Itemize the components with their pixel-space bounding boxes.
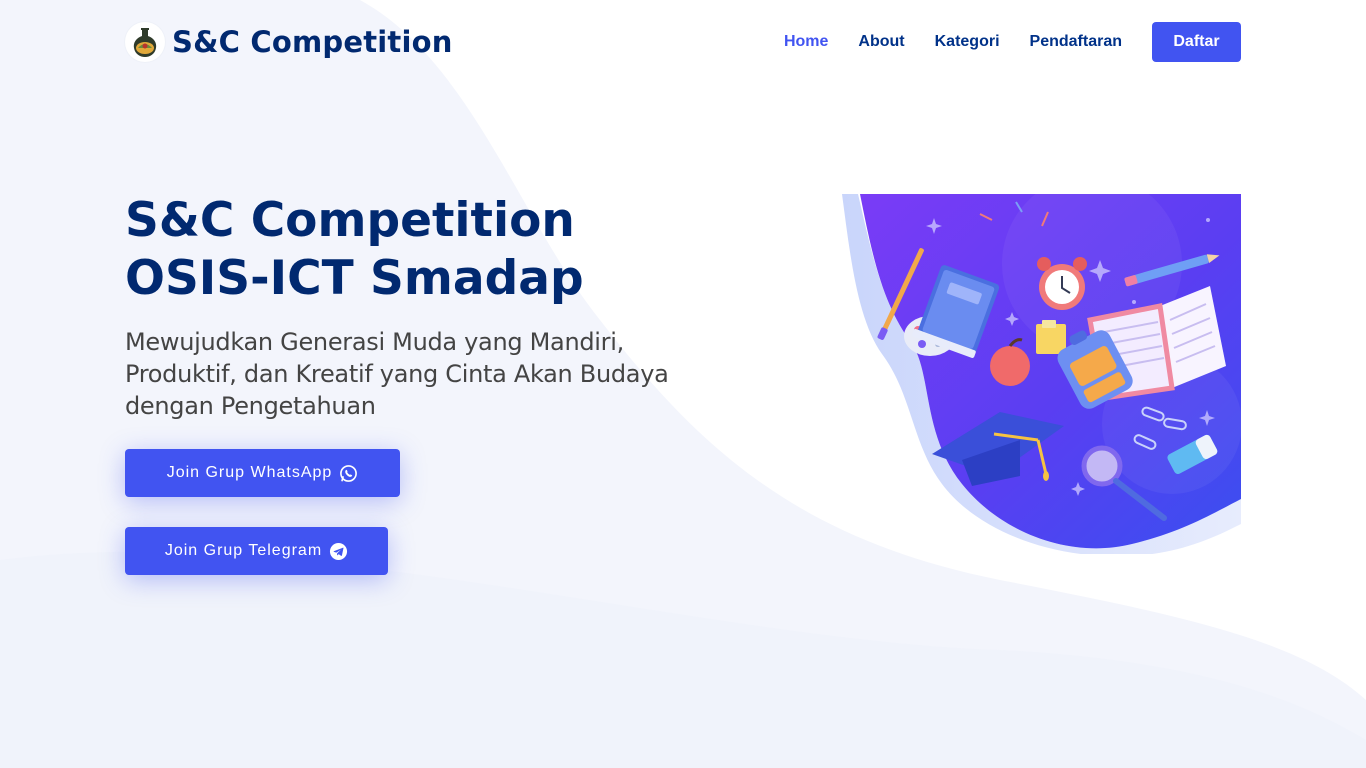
telegram-icon — [329, 542, 348, 561]
hero-title-line2: OSIS-ICT Smadap — [125, 251, 584, 306]
daftar-button[interactable]: Daftar — [1152, 22, 1241, 62]
whatsapp-icon — [339, 464, 358, 483]
education-supplies-illustration — [842, 194, 1241, 554]
nav-kategori[interactable]: Kategori — [935, 33, 1000, 51]
nav-pendaftaran[interactable]: Pendaftaran — [1030, 33, 1122, 51]
hero-section: S&C Competition OSIS-ICT Smadap Mewujudk… — [125, 192, 685, 422]
school-emblem-icon — [125, 22, 165, 62]
nav-about[interactable]: About — [858, 33, 904, 51]
hero-subtitle: Mewujudkan Generasi Muda yang Mandiri, P… — [125, 328, 669, 420]
hero-title-line1: S&C Competition — [125, 193, 575, 248]
join-telegram-button[interactable]: Join Grup Telegram — [125, 527, 388, 575]
brand-logo[interactable]: S&C Competition — [125, 22, 453, 62]
join-telegram-label: Join Grup Telegram — [164, 542, 323, 559]
join-whatsapp-button[interactable]: Join Grup WhatsApp — [125, 449, 400, 497]
brand-name: S&C Competition — [172, 25, 453, 59]
site-header: S&C Competition Home About Kategori Pend… — [0, 0, 1366, 84]
hero-title: S&C Competition OSIS-ICT Smadap — [125, 192, 685, 308]
nav-home[interactable]: Home — [784, 33, 828, 51]
join-whatsapp-label: Join Grup WhatsApp — [166, 464, 333, 481]
main-nav: Home About Kategori Pendaftaran Daftar — [754, 22, 1241, 62]
